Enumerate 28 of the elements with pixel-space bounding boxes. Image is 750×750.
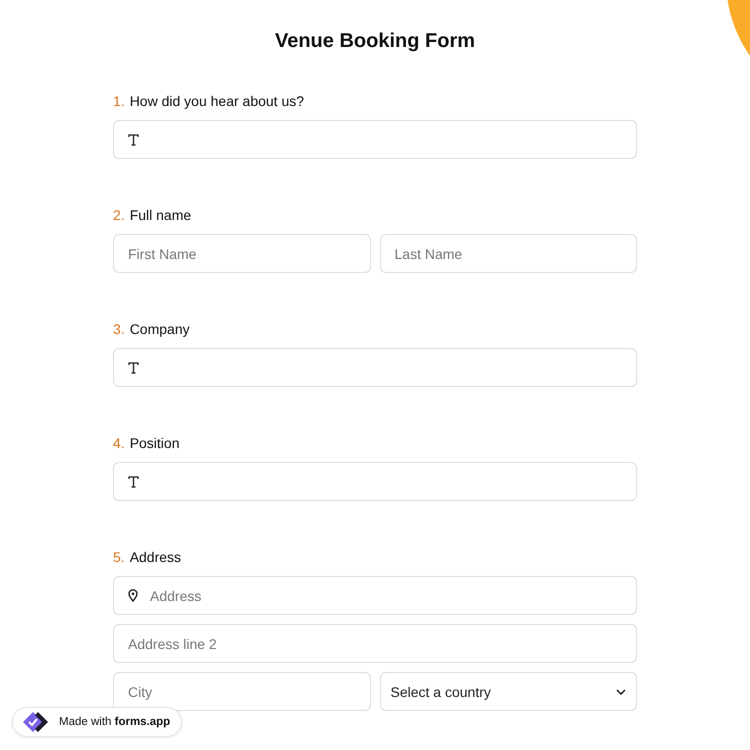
question-number: 5. bbox=[113, 548, 125, 566]
input-field[interactable]: Address line 2 bbox=[113, 624, 637, 663]
country-select[interactable]: Select a country bbox=[380, 672, 637, 711]
question-label: Company bbox=[130, 320, 190, 338]
question-number: 4. bbox=[113, 434, 125, 452]
input-field[interactable]: City bbox=[113, 672, 370, 711]
logo-icon bbox=[21, 710, 51, 734]
text-field[interactable] bbox=[113, 348, 637, 387]
location-pin-icon bbox=[128, 589, 138, 602]
chevron-down-icon bbox=[616, 688, 626, 694]
input-field[interactable]: Last Name bbox=[380, 234, 637, 273]
text-icon bbox=[128, 134, 139, 146]
text-icon bbox=[128, 476, 139, 488]
question-number: 3. bbox=[113, 320, 125, 338]
text-field[interactable] bbox=[113, 120, 637, 159]
made-with-badge[interactable]: Made with forms.app bbox=[12, 707, 182, 737]
input-field[interactable]: First Name bbox=[113, 234, 370, 273]
address-field[interactable]: Address bbox=[113, 576, 637, 615]
form-title: Venue Booking Form bbox=[274, 29, 476, 53]
question-label: Address bbox=[130, 548, 182, 566]
question-number: 2. bbox=[113, 206, 125, 224]
question-number: 1. bbox=[113, 92, 125, 110]
question-label: Position bbox=[130, 434, 180, 452]
badge-text: Made with forms.app bbox=[59, 716, 170, 728]
text-field[interactable] bbox=[113, 462, 637, 501]
question-label: How did you hear about us? bbox=[130, 92, 304, 110]
text-icon bbox=[128, 362, 139, 374]
question-label: Full name bbox=[130, 206, 192, 224]
